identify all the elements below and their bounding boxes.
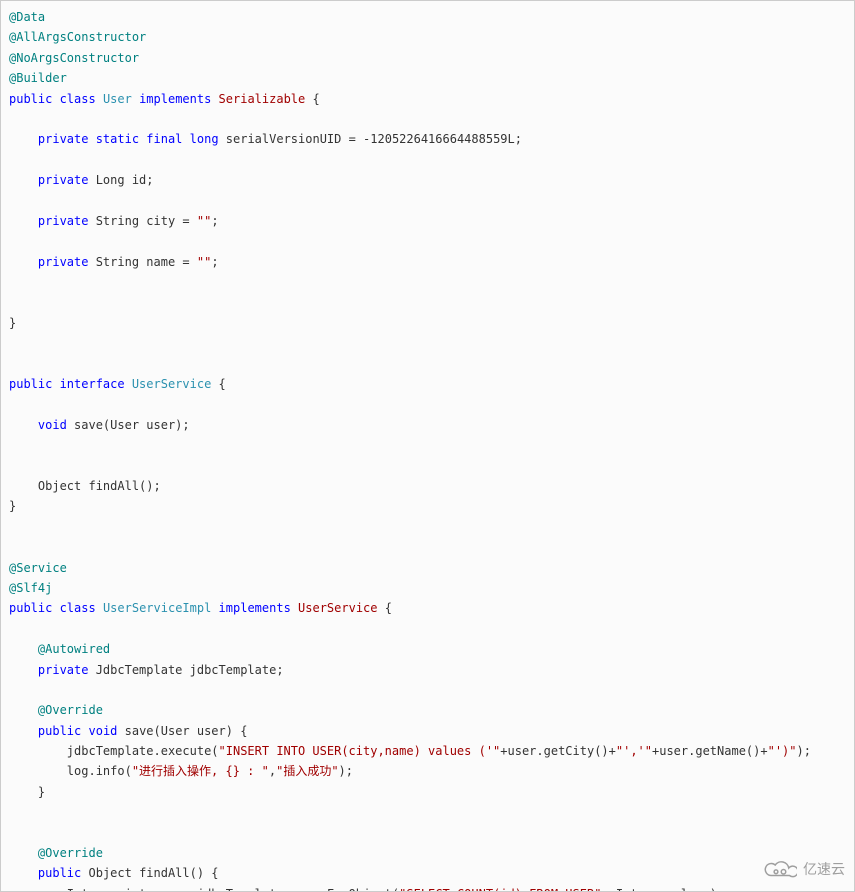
log-end: ); [339,764,353,778]
log-msg-2: "插入成功" [276,764,338,778]
empty-string: "" [197,255,211,269]
kw-void: void [38,418,67,432]
kw-private: private [38,214,89,228]
kw-public: public [9,377,52,391]
brace: { [312,92,319,106]
kw-private: private [38,132,89,146]
brace: { [219,377,226,391]
kw-public: public [38,724,81,738]
kw-interface: interface [52,377,124,391]
iface-serializable: Serializable [211,92,312,106]
save-concat-1: +user.getCity()+ [500,744,616,758]
semicolon: ; [211,214,218,228]
annotation-allargs: @AllArgsConstructor [9,30,146,44]
kw-public: public [9,92,52,106]
kw-private: private [38,663,89,677]
save-end: ); [797,744,811,758]
close-brace: } [9,316,16,330]
annotation-autowired: @Autowired [38,642,110,656]
kw-implements: implements [139,92,211,106]
annotation-service: @Service [9,561,67,575]
kw-void: void [81,724,117,738]
code-block: @Data @AllArgsConstructor @NoArgsConstru… [0,0,855,892]
method-findall-decl: Object findAll(); [38,479,161,493]
save-exec-a: jdbcTemplate.execute( [67,744,219,758]
save-sql-2: "','" [616,744,652,758]
method-save-decl: save(User user); [67,418,190,432]
method-save: save(User user) { [117,724,247,738]
annotation-slf4j: @Slf4j [9,581,52,595]
kw-long: long [182,132,218,146]
cloud-icon [761,859,797,881]
brace: { [385,601,392,615]
close-brace: } [9,499,16,513]
semicolon: ; [211,255,218,269]
empty-string: "" [197,214,211,228]
log-msg-1: "进行插入操作, {} : " [132,764,269,778]
method-findall: Object findAll() { [81,866,218,880]
save-concat-2: +user.getName()+ [652,744,768,758]
save-sql-1: "INSERT INTO USER(city,name) values ('" [219,744,501,758]
annotation-override: @Override [38,703,103,717]
kw-public: public [38,866,81,880]
comma: , [269,764,276,778]
field-city: String city = [88,214,196,228]
findall-end: , Integer.class); [601,887,724,892]
class-user: User [96,92,139,106]
save-sql-3: "')" [768,744,797,758]
kw-private: private [38,173,89,187]
iface-userservice: UserService [291,601,385,615]
field-name: String name = [88,255,196,269]
kw-static: static [88,132,139,146]
serial-uid: serialVersionUID = -1205226416664488559L… [219,132,522,146]
iface-userservice: UserService [125,377,219,391]
kw-final: final [139,132,182,146]
kw-class: class [52,92,95,106]
findall-sql: "SELECT COUNT(id) FROM USER" [399,887,601,892]
close-brace: } [38,785,45,799]
annotation-data: @Data [9,10,45,24]
class-userserviceimpl: UserServiceImpl [96,601,219,615]
annotation-noargs: @NoArgsConstructor [9,51,139,65]
findall-a: Integer integer = jdbcTemplate.queryForO… [67,887,399,892]
field-jdbctemplate: JdbcTemplate jdbcTemplate; [88,663,283,677]
kw-implements: implements [219,601,291,615]
annotation-builder: @Builder [9,71,67,85]
watermark-text: 亿速云 [803,858,845,882]
annotation-override: @Override [38,846,103,860]
field-id: Long id; [88,173,153,187]
watermark: 亿速云 [761,858,845,882]
kw-public: public [9,601,52,615]
kw-class: class [52,601,95,615]
kw-private: private [38,255,89,269]
log-a: log.info( [67,764,132,778]
